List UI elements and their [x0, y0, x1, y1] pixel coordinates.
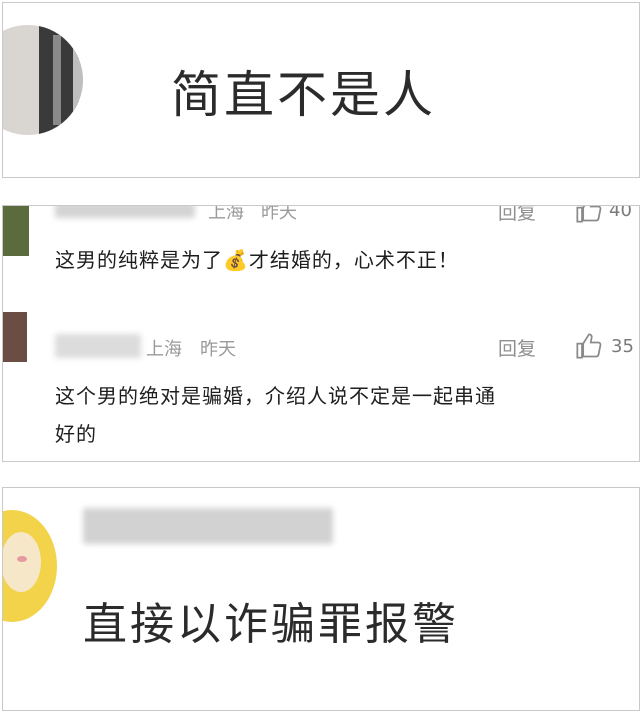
comment-text: 直接以诈骗罪报警: [83, 599, 459, 650]
comment-text: 这男的纯粹是为了💰才结婚的，心术不正！: [55, 248, 459, 272]
comment-text-line2: 好的: [55, 422, 97, 446]
like-count: 35: [611, 336, 634, 357]
comment-text-line1: 这个男的绝对是骗婚，介绍人说不定是一起串通: [55, 384, 496, 408]
comment-card-3: 直接以诈骗罪报警: [2, 487, 640, 711]
avatar[interactable]: [3, 312, 27, 362]
comment-text: 简直不是人: [171, 66, 436, 124]
avatar[interactable]: [3, 25, 83, 135]
thumbs-up-icon[interactable]: [575, 332, 603, 360]
reply-button[interactable]: 回复: [498, 206, 536, 225]
like-count: 40: [609, 205, 632, 221]
comment-list-card: 上海 昨天 回复 40 这男的纯粹是为了💰才结婚的，心术不正！ 上海 昨天 回复…: [2, 205, 640, 462]
username-blurred: [55, 206, 195, 218]
comment-card-1: 简直不是人: [2, 2, 640, 178]
comment-location: 上海: [146, 339, 182, 360]
username-blurred: [55, 334, 141, 358]
comment-time: 昨天: [200, 339, 236, 360]
money-bag-icon: 💰: [223, 248, 249, 272]
comment-location: 上海: [208, 205, 244, 223]
username-blurred: [83, 508, 333, 544]
comment-time: 昨天: [261, 205, 297, 223]
avatar[interactable]: [3, 206, 29, 256]
thumbs-up-icon[interactable]: [575, 205, 603, 224]
avatar[interactable]: [3, 510, 57, 622]
reply-button[interactable]: 回复: [498, 334, 536, 361]
